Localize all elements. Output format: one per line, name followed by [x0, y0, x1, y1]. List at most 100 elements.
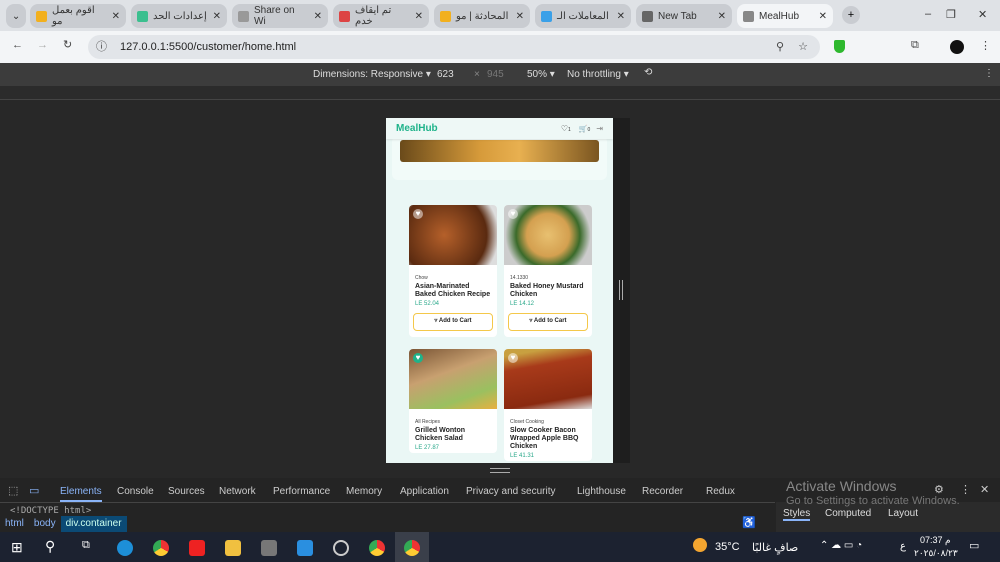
meal-card[interactable]: ♥ Closet Cooking Slow Cooker Bacon Wrapped…: [504, 349, 592, 461]
weather-text[interactable]: صافٍ غالبًا: [752, 541, 798, 554]
favorite-heart-icon[interactable]: ♥: [508, 353, 518, 363]
browser-tab[interactable]: Share on Wi ✕: [232, 4, 328, 28]
logo[interactable]: MealHub: [396, 123, 438, 134]
chrome-icon[interactable]: [153, 540, 169, 556]
accessibility-icon[interactable]: ♿: [742, 516, 756, 529]
clock-date[interactable]: ٢٠٢٥/٠٨/٢٣: [914, 548, 958, 559]
devtools-tab[interactable]: Application: [400, 486, 449, 497]
notifications-icon[interactable]: ▭: [969, 539, 979, 552]
close-window-button[interactable]: ✕: [978, 8, 987, 21]
devtools-tab[interactable]: Lighthouse: [577, 486, 626, 497]
search-icon[interactable]: ⚲: [45, 538, 55, 555]
dimensions-select[interactable]: Dimensions: Responsive ▾: [313, 69, 431, 80]
edge-icon[interactable]: [117, 540, 133, 556]
browser-tab[interactable]: MealHub ✕: [737, 4, 833, 28]
devtools-tab[interactable]: Sources: [168, 486, 205, 497]
tab-search-button[interactable]: ⌄: [6, 4, 26, 28]
language-indicator[interactable]: ع: [900, 541, 906, 552]
throttling-select[interactable]: No throttling ▾: [567, 69, 629, 80]
temperature[interactable]: 35°C: [715, 541, 740, 553]
favorites-icon[interactable]: ♡1: [561, 124, 571, 133]
chrome-profile-icon[interactable]: [369, 540, 385, 556]
youtube-icon[interactable]: [189, 540, 205, 556]
settings-gear-icon[interactable]: ⚙: [934, 483, 944, 496]
width-input[interactable]: 623: [437, 69, 454, 80]
url-input[interactable]: ⓘ 127.0.0.1:5500/customer/home.html ☆ ⚲: [88, 35, 820, 59]
menu-icon[interactable]: ⋮: [980, 39, 991, 52]
devtools-tab[interactable]: Performance: [273, 486, 330, 497]
restore-button[interactable]: ❐: [946, 8, 956, 21]
devtools-tab[interactable]: Elements: [60, 486, 102, 502]
tab-close-icon[interactable]: ✕: [516, 11, 524, 22]
favorite-heart-icon[interactable]: ♥: [508, 209, 518, 219]
device-toggle-icon[interactable]: ▭: [29, 484, 39, 497]
start-icon[interactable]: ⊞: [11, 539, 23, 556]
devtools-close-icon[interactable]: ✕: [980, 483, 989, 496]
tab-close-icon[interactable]: ✕: [314, 11, 322, 22]
clock-time[interactable]: 07:37 م: [920, 535, 951, 546]
reload-icon[interactable]: ↻: [63, 38, 72, 51]
zoom-icon[interactable]: ⚲: [776, 35, 784, 59]
bottom-resize-handle[interactable]: [490, 468, 510, 473]
media-app-icon[interactable]: [261, 540, 277, 556]
site-info-icon[interactable]: ⓘ: [96, 35, 107, 59]
browser-tab[interactable]: New Tab ✕: [636, 4, 732, 28]
favorite-heart-icon[interactable]: ♥: [413, 209, 423, 219]
profile-avatar[interactable]: [950, 40, 964, 54]
meal-card[interactable]: ♥ Chow Asian-Marinated Baked Chicken Recip…: [409, 205, 497, 337]
tab-close-icon[interactable]: ✕: [617, 11, 625, 22]
browser-tab[interactable]: تم ايقاف خدم ✕: [333, 4, 429, 28]
minimize-button[interactable]: –: [925, 8, 931, 20]
meal-card[interactable]: ♥ 14.1330 Baked Honey Mustard Chicken LE 14…: [504, 205, 592, 337]
add-to-cart-button[interactable]: ▿ Add to Cart: [413, 313, 493, 331]
browser-tab[interactable]: اقوم بعمل مو ✕: [30, 4, 126, 28]
wamp-icon[interactable]: [333, 540, 349, 556]
devtools-tab[interactable]: Console: [117, 486, 154, 497]
more-options-icon[interactable]: ⋮: [984, 68, 994, 79]
breadcrumb-body[interactable]: body: [29, 516, 61, 532]
add-to-cart-button[interactable]: ▿ Add to Cart: [508, 313, 588, 331]
devtools-tab[interactable]: Recorder: [642, 486, 683, 497]
bookmark-star-icon[interactable]: ☆: [798, 35, 808, 59]
favorite-heart-icon[interactable]: ♥: [413, 353, 423, 363]
breadcrumb-html[interactable]: html: [0, 516, 29, 532]
task-view-icon[interactable]: ⧉: [82, 539, 90, 552]
tray-icons[interactable]: ⌃ ☁ ▭ ◔: [820, 540, 862, 551]
cart-icon[interactable]: 🛒0: [579, 125, 591, 133]
tab-computed[interactable]: Computed: [825, 508, 871, 519]
height-input[interactable]: 945: [487, 69, 504, 80]
resize-handle[interactable]: [619, 280, 623, 300]
meal-name[interactable]: Baked Honey Mustard Chicken: [510, 283, 586, 299]
tab-close-icon[interactable]: ✕: [819, 11, 827, 22]
tab-close-icon[interactable]: ✕: [415, 11, 423, 22]
browser-tab[interactable]: المحادثة | مو ✕: [434, 4, 530, 28]
browser-tab[interactable]: إعدادات الحد ✕: [131, 4, 227, 28]
vscode-icon[interactable]: [297, 540, 313, 556]
back-icon[interactable]: ←: [12, 39, 23, 51]
breadcrumb-div-container[interactable]: div.container: [60, 516, 127, 532]
extension-shield-icon[interactable]: [834, 40, 845, 53]
inspect-icon[interactable]: ⬚: [8, 484, 18, 497]
tab-close-icon[interactable]: ✕: [213, 11, 221, 22]
file-explorer-icon[interactable]: [225, 540, 241, 556]
meal-name[interactable]: Grilled Wonton Chicken Salad: [415, 427, 491, 443]
tab-close-icon[interactable]: ✕: [718, 11, 726, 22]
tab-styles[interactable]: Styles: [783, 508, 811, 521]
tab-layout[interactable]: Layout: [888, 508, 918, 519]
rotate-icon[interactable]: ⟲: [644, 67, 652, 78]
browser-tab[interactable]: المعاملات الـ ✕: [535, 4, 631, 28]
meal-card[interactable]: ♥ All Recipes Grilled Wonton Chicken Salad…: [409, 349, 497, 453]
forward-icon[interactable]: →: [37, 39, 48, 51]
devtools-tab[interactable]: Privacy and security: [466, 486, 555, 497]
devtools-tab[interactable]: Redux: [706, 486, 735, 497]
meal-name[interactable]: Asian-Marinated Baked Chicken Recipe: [415, 283, 491, 299]
logout-icon[interactable]: ⇥: [596, 124, 603, 133]
extensions-icon[interactable]: ⧉: [911, 39, 919, 52]
chrome-active-task[interactable]: [395, 532, 429, 562]
devtools-tab[interactable]: Network: [219, 486, 256, 497]
devtools-more-icon[interactable]: ⋮: [960, 483, 971, 496]
devtools-tab[interactable]: Memory: [346, 486, 382, 497]
zoom-select[interactable]: 50% ▾: [527, 69, 555, 80]
tab-close-icon[interactable]: ✕: [112, 11, 120, 22]
doctype-line[interactable]: <!DOCTYPE html>: [10, 506, 91, 516]
